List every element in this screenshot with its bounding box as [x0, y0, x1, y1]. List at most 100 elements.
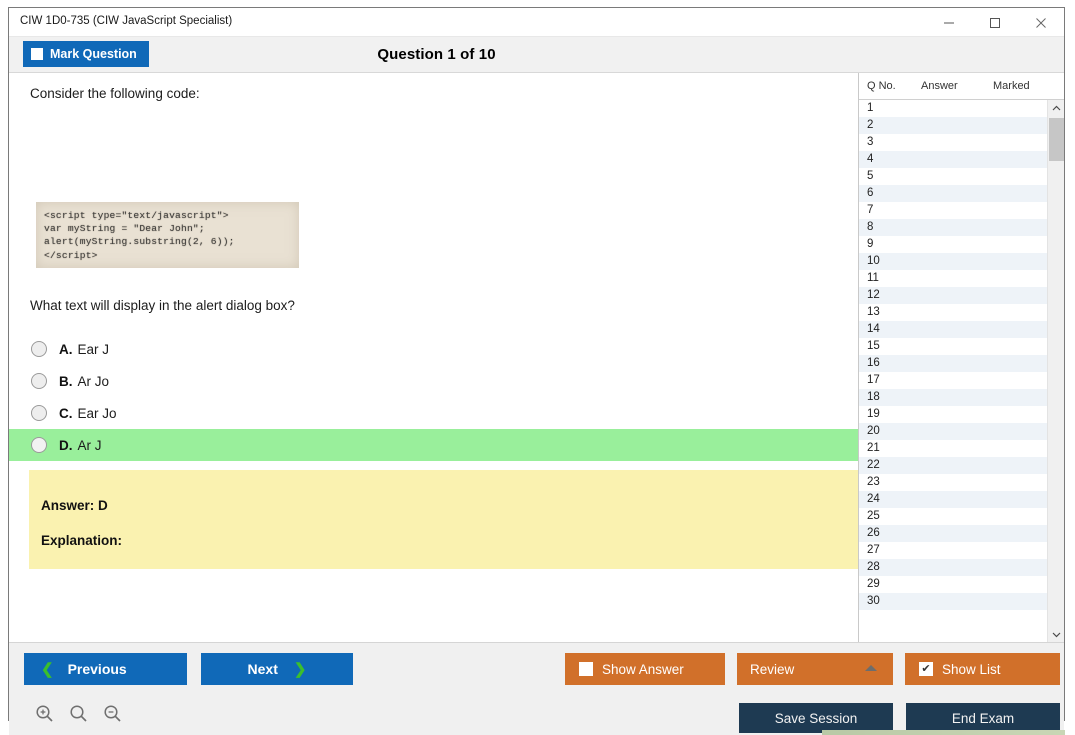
option-d[interactable]: D. Ar J	[9, 429, 858, 461]
option-letter-a: A.	[59, 342, 73, 357]
question-list-row[interactable]: 6	[859, 185, 1047, 202]
review-dropdown-label: Review	[750, 662, 794, 677]
code-snippet-text: <script type="text/javascript"> var mySt…	[44, 209, 299, 262]
scrollbar-thumb[interactable]	[1049, 118, 1064, 161]
close-icon[interactable]	[1018, 8, 1064, 37]
question-counter: Question 1 of 10	[0, 46, 1064, 63]
end-exam-label: End Exam	[952, 711, 1014, 726]
question-list-row-number: 18	[867, 391, 880, 403]
show-answer-checkbox-icon[interactable]	[579, 662, 593, 676]
question-list-row[interactable]: 4	[859, 151, 1047, 168]
footer-toolbar: ❮ Previous Next ❯ Show Answer Review ✔ S…	[9, 642, 1064, 735]
question-list-rows: 1234567891011121314151617181920212223242…	[859, 100, 1047, 610]
option-b[interactable]: B. Ar Jo	[9, 365, 858, 397]
minimize-icon[interactable]	[926, 8, 972, 37]
scroll-down-icon[interactable]	[1048, 626, 1064, 643]
radio-icon-b[interactable]	[31, 373, 47, 389]
question-list-scrollbar[interactable]	[1047, 100, 1064, 643]
save-session-button[interactable]: Save Session	[739, 703, 893, 733]
question-list-row-number: 29	[867, 578, 880, 590]
question-list-row[interactable]: 5	[859, 168, 1047, 185]
radio-icon-d[interactable]	[31, 437, 47, 453]
question-list-row[interactable]: 27	[859, 542, 1047, 559]
question-list-row[interactable]: 30	[859, 593, 1047, 610]
question-list-row[interactable]: 26	[859, 525, 1047, 542]
option-letter-b: B.	[59, 374, 73, 389]
scroll-up-icon[interactable]	[1048, 100, 1064, 117]
question-list-row[interactable]: 7	[859, 202, 1047, 219]
header-bar: Mark Question Question 1 of 10	[9, 37, 1064, 73]
option-text-d: Ar J	[78, 438, 102, 453]
question-list-row[interactable]: 3	[859, 134, 1047, 151]
question-list-row-number: 1	[867, 102, 873, 114]
zoom-out-icon[interactable]	[99, 700, 125, 726]
question-list-row[interactable]: 21	[859, 440, 1047, 457]
question-list-row[interactable]: 12	[859, 287, 1047, 304]
question-list-row[interactable]: 22	[859, 457, 1047, 474]
question-list-row[interactable]: 15	[859, 338, 1047, 355]
question-list-row[interactable]: 29	[859, 576, 1047, 593]
window-controls	[926, 8, 1064, 37]
option-letter-d: D.	[59, 438, 73, 453]
question-list-row[interactable]: 18	[859, 389, 1047, 406]
answer-options: A. Ear J B. Ar Jo C. Ear Jo	[9, 333, 858, 461]
show-list-button[interactable]: ✔ Show List	[905, 653, 1060, 685]
option-c[interactable]: C. Ear Jo	[9, 397, 858, 429]
radio-icon-a[interactable]	[31, 341, 47, 357]
zoom-in-icon[interactable]	[31, 700, 57, 726]
question-list-row[interactable]: 25	[859, 508, 1047, 525]
question-list-row[interactable]: 9	[859, 236, 1047, 253]
question-list-row[interactable]: 24	[859, 491, 1047, 508]
question-list-scrollarea: 1234567891011121314151617181920212223242…	[859, 100, 1064, 643]
question-list-row[interactable]: 1	[859, 100, 1047, 117]
question-list-row[interactable]: 23	[859, 474, 1047, 491]
next-button[interactable]: Next ❯	[201, 653, 353, 685]
option-letter-c: C.	[59, 406, 73, 421]
question-list-row[interactable]: 10	[859, 253, 1047, 270]
code-snippet-image: <script type="text/javascript"> var mySt…	[36, 202, 299, 268]
show-list-checkbox-icon[interactable]: ✔	[919, 662, 933, 676]
review-dropdown[interactable]: Review	[737, 653, 893, 685]
question-list-row[interactable]: 8	[859, 219, 1047, 236]
question-list-row-number: 2	[867, 119, 873, 131]
question-list-row[interactable]: 28	[859, 559, 1047, 576]
question-list-row[interactable]: 20	[859, 423, 1047, 440]
window-title: CIW 1D0-735 (CIW JavaScript Specialist)	[20, 15, 232, 27]
question-list-header: Q No. Answer Marked	[859, 73, 1064, 100]
question-list-row-number: 6	[867, 187, 873, 199]
column-header-answer: Answer	[921, 80, 958, 92]
question-stem: What text will display in the alert dial…	[30, 298, 295, 313]
question-list-row-number: 17	[867, 374, 880, 386]
exam-simulator-window: CIW 1D0-735 (CIW JavaScript Specialist) …	[0, 0, 1075, 735]
question-list-row-number: 27	[867, 544, 880, 556]
question-list-row[interactable]: 16	[859, 355, 1047, 372]
question-list-row-number: 7	[867, 204, 873, 216]
question-list-panel: Q No. Answer Marked 12345678910111213141…	[858, 73, 1064, 642]
title-bar: CIW 1D0-735 (CIW JavaScript Specialist)	[9, 8, 1064, 37]
question-list-row-number: 5	[867, 170, 873, 182]
previous-button-label: Previous	[68, 661, 127, 677]
option-a[interactable]: A. Ear J	[9, 333, 858, 365]
question-list-row-number: 30	[867, 595, 880, 607]
question-list-row[interactable]: 2	[859, 117, 1047, 134]
radio-icon-c[interactable]	[31, 405, 47, 421]
question-list-row[interactable]: 19	[859, 406, 1047, 423]
column-header-marked: Marked	[993, 80, 1030, 92]
answer-explanation-box: Answer: D Explanation:	[29, 470, 858, 569]
question-list-row[interactable]: 13	[859, 304, 1047, 321]
question-list-row-number: 21	[867, 442, 880, 454]
question-list-row[interactable]: 14	[859, 321, 1047, 338]
maximize-icon[interactable]	[972, 8, 1018, 37]
question-list-row[interactable]: 17	[859, 372, 1047, 389]
zoom-reset-icon[interactable]	[65, 700, 91, 726]
previous-button[interactable]: ❮ Previous	[24, 653, 187, 685]
option-text-b: Ar Jo	[78, 374, 110, 389]
caret-up-icon	[865, 665, 877, 671]
show-answer-button[interactable]: Show Answer	[565, 653, 725, 685]
question-list-row-number: 16	[867, 357, 880, 369]
end-exam-button[interactable]: End Exam	[906, 703, 1060, 733]
question-list-row[interactable]: 11	[859, 270, 1047, 287]
option-text-a: Ear J	[78, 342, 110, 357]
option-text-c: Ear Jo	[78, 406, 117, 421]
question-list-row-number: 23	[867, 476, 880, 488]
